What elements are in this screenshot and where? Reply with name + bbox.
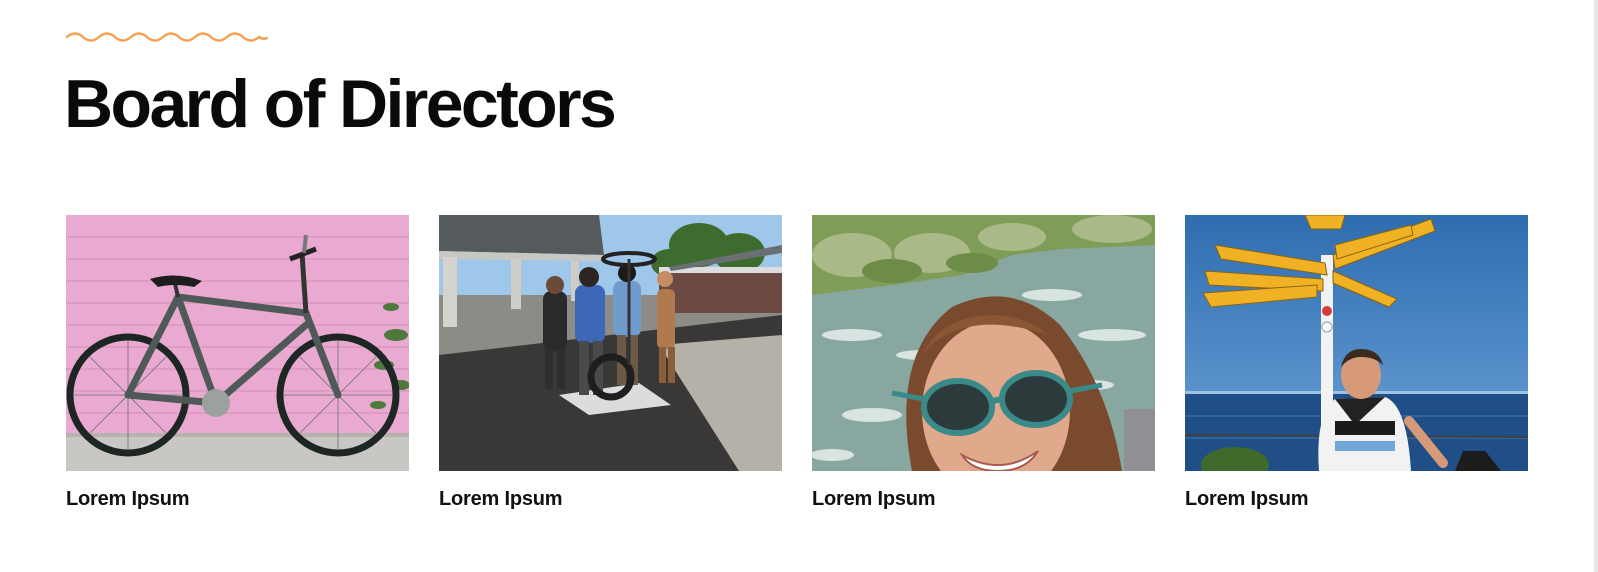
director-name[interactable]: Lorem Ipsum (812, 487, 1155, 511)
director-photo-bicycle[interactable] (66, 215, 409, 471)
director-card[interactable]: Lorem Ipsum (812, 215, 1155, 511)
directors-grid: Lorem Ipsum Lorem Ipsum Lorem Ipsum Lore… (66, 215, 1528, 511)
director-photo-group[interactable] (439, 215, 782, 471)
director-card[interactable]: Lorem Ipsum (1185, 215, 1528, 511)
director-card[interactable]: Lorem Ipsum (439, 215, 782, 511)
director-name[interactable]: Lorem Ipsum (66, 487, 409, 511)
decorative-squiggle (66, 32, 268, 42)
page-title: Board of Directors (64, 66, 617, 142)
page-scrollbar[interactable] (1594, 0, 1598, 572)
director-photo-signpost[interactable] (1185, 215, 1528, 471)
director-name[interactable]: Lorem Ipsum (439, 487, 782, 511)
board-section: Board of Directors (64, 28, 1526, 142)
director-name[interactable]: Lorem Ipsum (1185, 487, 1528, 511)
director-photo-river-selfie[interactable] (812, 215, 1155, 471)
director-card[interactable]: Lorem Ipsum (66, 215, 409, 511)
